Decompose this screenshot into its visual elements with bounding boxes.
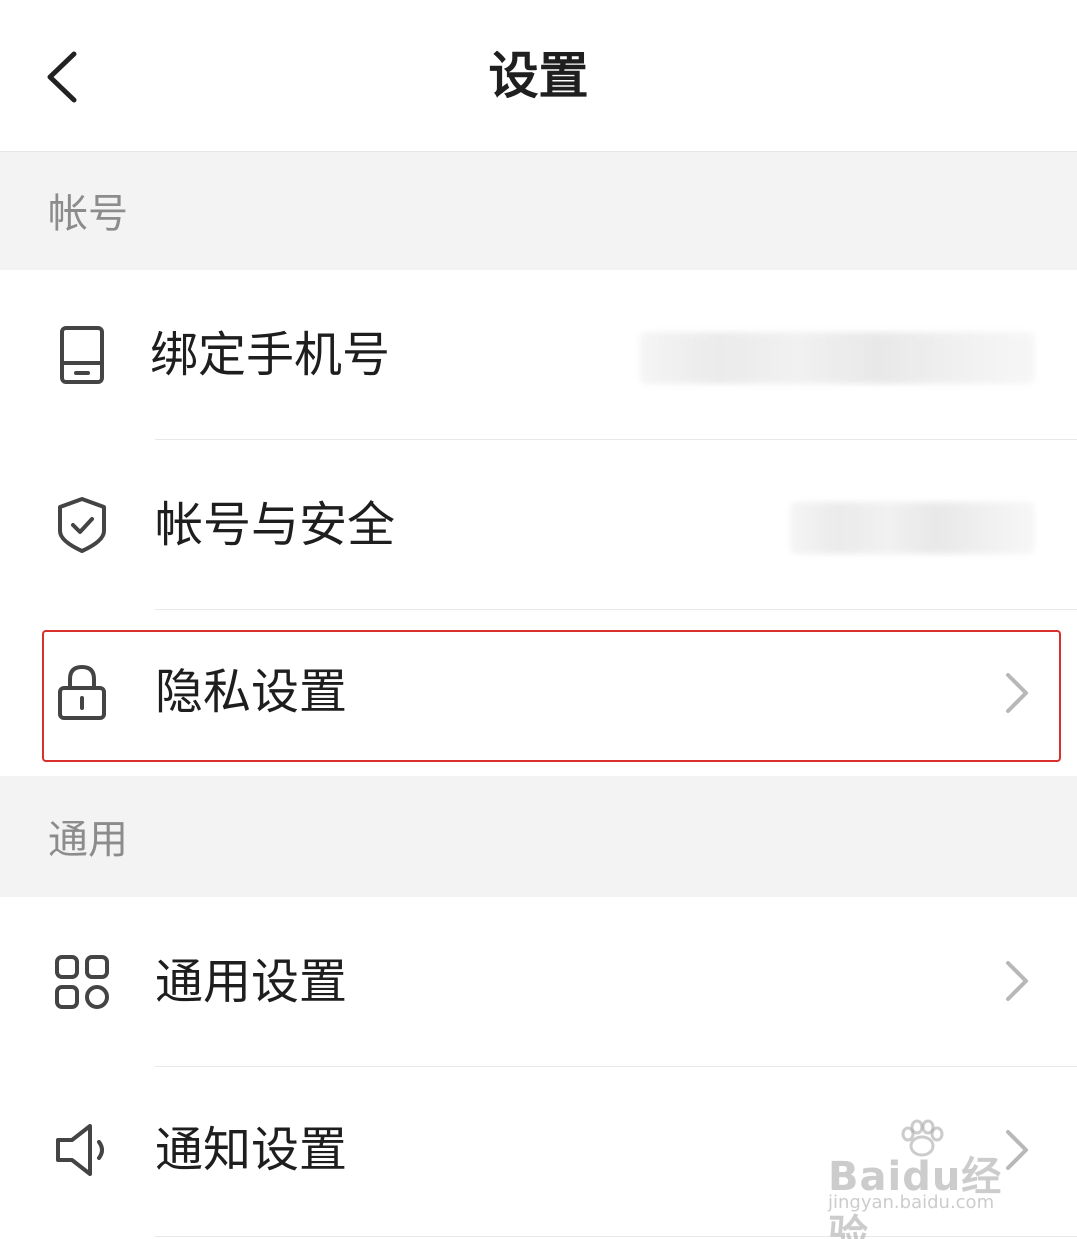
shield-check-icon [58, 497, 106, 553]
chevron-right-icon [1006, 961, 1028, 1001]
chevron-right-icon [1006, 673, 1028, 713]
row-label: 隐私设置 [155, 664, 348, 720]
speaker-icon [56, 1124, 104, 1176]
section-label: 通用 [48, 817, 128, 863]
obscured-value [640, 332, 1035, 384]
watermark-url: jingyan.baidu.com [828, 1192, 995, 1213]
section-label: 帐号 [48, 191, 128, 237]
row-label: 通用设置 [155, 954, 348, 1010]
row-label: 绑定手机号 [150, 327, 391, 383]
section-header-account: 帐号 [0, 152, 1077, 270]
nav-header: 设置 [0, 0, 1077, 152]
settings-row-bind-phone[interactable]: 绑定手机号 [0, 270, 1077, 439]
section-header-general: 通用 [0, 776, 1077, 897]
grid-icon [55, 955, 109, 1009]
lock-icon [58, 664, 106, 720]
watermark: Baidu经验 jingyan.baidu.com [822, 1118, 1032, 1239]
row-label: 通知设置 [155, 1122, 348, 1178]
phone-icon [60, 326, 104, 384]
settings-row-privacy[interactable]: 隐私设置 [0, 610, 1077, 776]
obscured-value [790, 502, 1035, 554]
settings-row-account-security[interactable]: 帐号与安全 [0, 440, 1077, 609]
settings-row-general[interactable]: 通用设置 [0, 897, 1077, 1066]
settings-page: 设置 帐号 绑定手机号 帐号与安全 隐私设置 通用 通用设置 通知设置 Baid… [0, 0, 1077, 1239]
row-label: 帐号与安全 [155, 497, 396, 553]
page-title: 设置 [488, 47, 589, 105]
